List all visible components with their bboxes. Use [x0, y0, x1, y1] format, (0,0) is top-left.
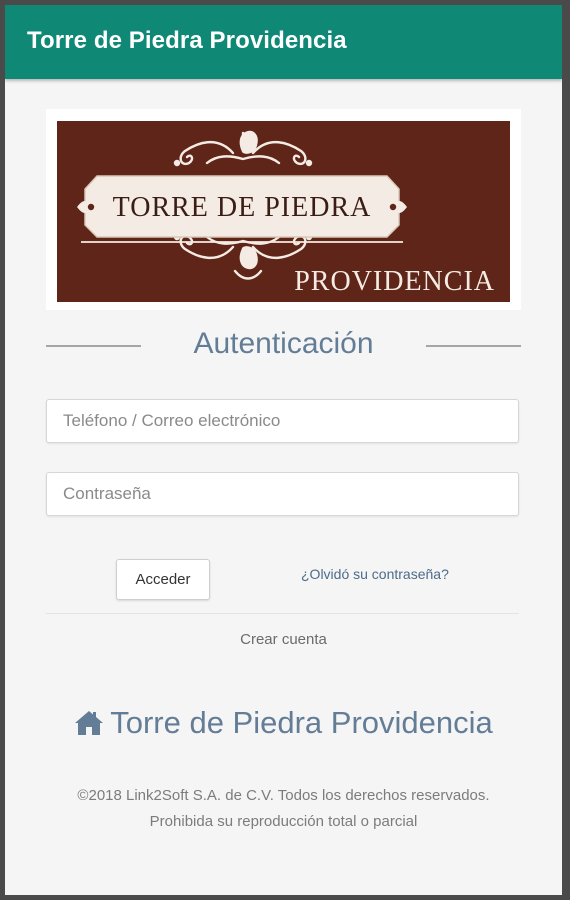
auth-heading-row: Autenticación [46, 325, 521, 365]
footer-brand-name: Torre de Piedra Providencia [110, 705, 493, 740]
app-title: Torre de Piedra Providencia [27, 27, 347, 54]
brand-logo: TORRE DE PIEDRA PROVIDENCIA [57, 121, 510, 302]
auth-heading: Autenticación [193, 327, 374, 360]
app-bar: Torre de Piedra Providencia [5, 5, 562, 79]
logo-text-line2: PROVIDENCIA [294, 266, 495, 297]
logo-text-line1: TORRE DE PIEDRA [113, 192, 372, 223]
create-account-link[interactable]: Crear cuenta [5, 631, 562, 648]
logo-artwork: TORRE DE PIEDRA PROVIDENCIA [77, 130, 495, 297]
divider [46, 613, 519, 614]
logo-container: TORRE DE PIEDRA PROVIDENCIA [46, 109, 521, 310]
forgot-password-link[interactable]: ¿Olvidó su contraseña? [301, 566, 449, 582]
app-screen: Torre de Piedra Providencia TORRE DE PIE… [5, 5, 562, 895]
password-input[interactable] [46, 472, 519, 516]
login-button[interactable]: Acceder [116, 559, 210, 600]
home-icon [75, 711, 104, 735]
user-input[interactable] [46, 399, 519, 443]
copyright-text: ©2018 Link2Soft S.A. de C.V. Todos los d… [77, 787, 490, 830]
footer-brand: Torre de Piedra Providencia [5, 705, 562, 741]
heading-rule-right [426, 345, 521, 347]
